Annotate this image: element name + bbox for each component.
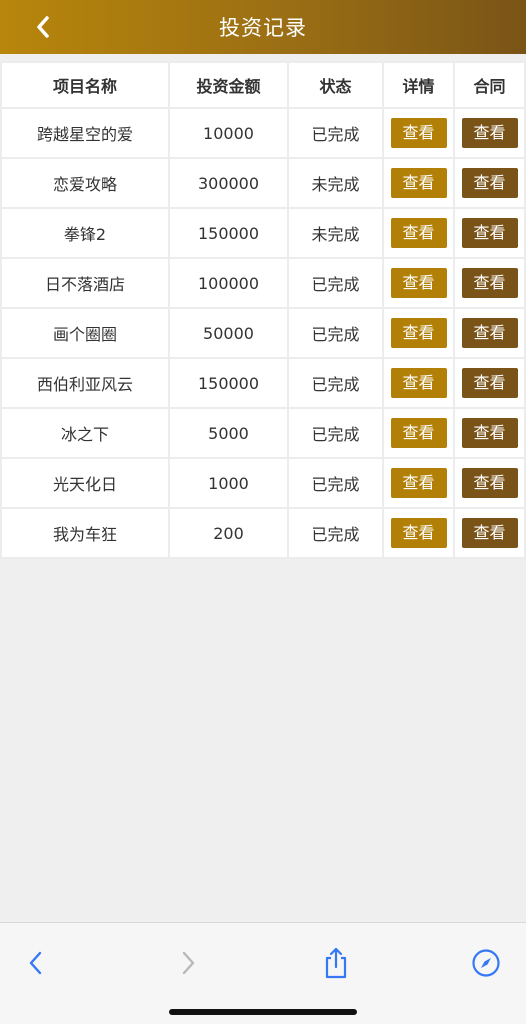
table-row: 西伯利亚风云 150000 已完成 查看 查看 [0,357,526,409]
detail-cell: 查看 [382,357,455,409]
view-contract-button[interactable]: 查看 [461,518,518,548]
view-contract-button[interactable]: 查看 [461,218,518,248]
browser-forward-button[interactable] [168,943,208,983]
back-arrow-icon[interactable] [26,949,46,977]
compass-icon[interactable] [471,948,501,978]
chevron-left-icon[interactable] [34,14,52,40]
browser-back-button[interactable] [16,943,56,983]
column-header-amount: 投资金额 [168,61,289,109]
contract-cell: 查看 [453,157,526,209]
forward-arrow-icon[interactable] [178,949,198,977]
browser-toolbar [0,922,526,1024]
table-row: 拳锋2 150000 未完成 查看 查看 [0,207,526,259]
project-name-cell: 光天化日 [0,457,170,509]
table-row: 画个圈圈 50000 已完成 查看 查看 [0,307,526,359]
project-name-cell: 西伯利亚风云 [0,357,170,409]
table-row: 光天化日 1000 已完成 查看 查看 [0,457,526,509]
column-header-project-name: 项目名称 [0,61,170,109]
detail-cell: 查看 [382,157,455,209]
view-detail-button[interactable]: 查看 [390,318,447,348]
column-header-detail: 详情 [382,61,455,109]
contract-cell: 查看 [453,407,526,459]
browser-safari-button[interactable] [466,943,506,983]
header-bar: 投资记录 [0,0,526,54]
share-icon[interactable] [322,946,350,980]
status-cell: 已完成 [287,357,384,409]
status-cell: 未完成 [287,207,384,259]
back-button[interactable] [28,12,58,42]
detail-cell: 查看 [382,457,455,509]
status-cell: 已完成 [287,407,384,459]
project-name-cell: 画个圈圈 [0,307,170,359]
home-indicator [169,1009,357,1015]
view-detail-button[interactable]: 查看 [390,368,447,398]
table-row: 跨越星空的爱 10000 已完成 查看 查看 [0,107,526,159]
view-contract-button[interactable]: 查看 [461,368,518,398]
contract-cell: 查看 [453,257,526,309]
contract-cell: 查看 [453,357,526,409]
column-header-status: 状态 [287,61,384,109]
project-name-cell: 跨越星空的爱 [0,107,170,159]
contract-cell: 查看 [453,457,526,509]
view-detail-button[interactable]: 查看 [390,118,447,148]
project-name-cell: 恋爱攻略 [0,157,170,209]
detail-cell: 查看 [382,307,455,359]
amount-cell: 150000 [168,357,289,409]
status-cell: 已完成 [287,457,384,509]
project-name-cell: 我为车狂 [0,507,170,559]
view-detail-button[interactable]: 查看 [390,418,447,448]
detail-cell: 查看 [382,407,455,459]
status-cell: 已完成 [287,307,384,359]
view-detail-button[interactable]: 查看 [390,468,447,498]
browser-share-button[interactable] [316,943,356,983]
amount-cell: 50000 [168,307,289,359]
detail-cell: 查看 [382,507,455,559]
view-contract-button[interactable]: 查看 [461,468,518,498]
column-header-contract: 合同 [453,61,526,109]
page: 投资记录 项目名称 投资金额 状态 详情 合同 跨越星空的爱 10000 已完成 查看… [0,0,526,1024]
detail-cell: 查看 [382,107,455,159]
view-contract-button[interactable]: 查看 [461,268,518,298]
view-contract-button[interactable]: 查看 [461,118,518,148]
view-contract-button[interactable]: 查看 [461,418,518,448]
view-contract-button[interactable]: 查看 [461,318,518,348]
amount-cell: 150000 [168,207,289,259]
view-contract-button[interactable]: 查看 [461,168,518,198]
table-header-row: 项目名称 投资金额 状态 详情 合同 [0,61,526,109]
view-detail-button[interactable]: 查看 [390,268,447,298]
amount-cell: 100000 [168,257,289,309]
view-detail-button[interactable]: 查看 [390,168,447,198]
view-detail-button[interactable]: 查看 [390,218,447,248]
status-cell: 已完成 [287,507,384,559]
investment-table: 项目名称 投资金额 状态 详情 合同 跨越星空的爱 10000 已完成 查看 查看 恋爱攻… [0,61,526,559]
table-row: 我为车狂 200 已完成 查看 查看 [0,507,526,559]
project-name-cell: 日不落酒店 [0,257,170,309]
status-cell: 未完成 [287,157,384,209]
contract-cell: 查看 [453,307,526,359]
page-title: 投资记录 [219,16,307,40]
amount-cell: 200 [168,507,289,559]
table-row: 日不落酒店 100000 已完成 查看 查看 [0,257,526,309]
status-cell: 已完成 [287,107,384,159]
detail-cell: 查看 [382,257,455,309]
project-name-cell: 拳锋2 [0,207,170,259]
view-detail-button[interactable]: 查看 [390,518,447,548]
amount-cell: 10000 [168,107,289,159]
contract-cell: 查看 [453,107,526,159]
status-cell: 已完成 [287,257,384,309]
contract-cell: 查看 [453,207,526,259]
table-row: 冰之下 5000 已完成 查看 查看 [0,407,526,459]
amount-cell: 1000 [168,457,289,509]
detail-cell: 查看 [382,207,455,259]
project-name-cell: 冰之下 [0,407,170,459]
table-row: 恋爱攻略 300000 未完成 查看 查看 [0,157,526,209]
amount-cell: 5000 [168,407,289,459]
amount-cell: 300000 [168,157,289,209]
contract-cell: 查看 [453,507,526,559]
